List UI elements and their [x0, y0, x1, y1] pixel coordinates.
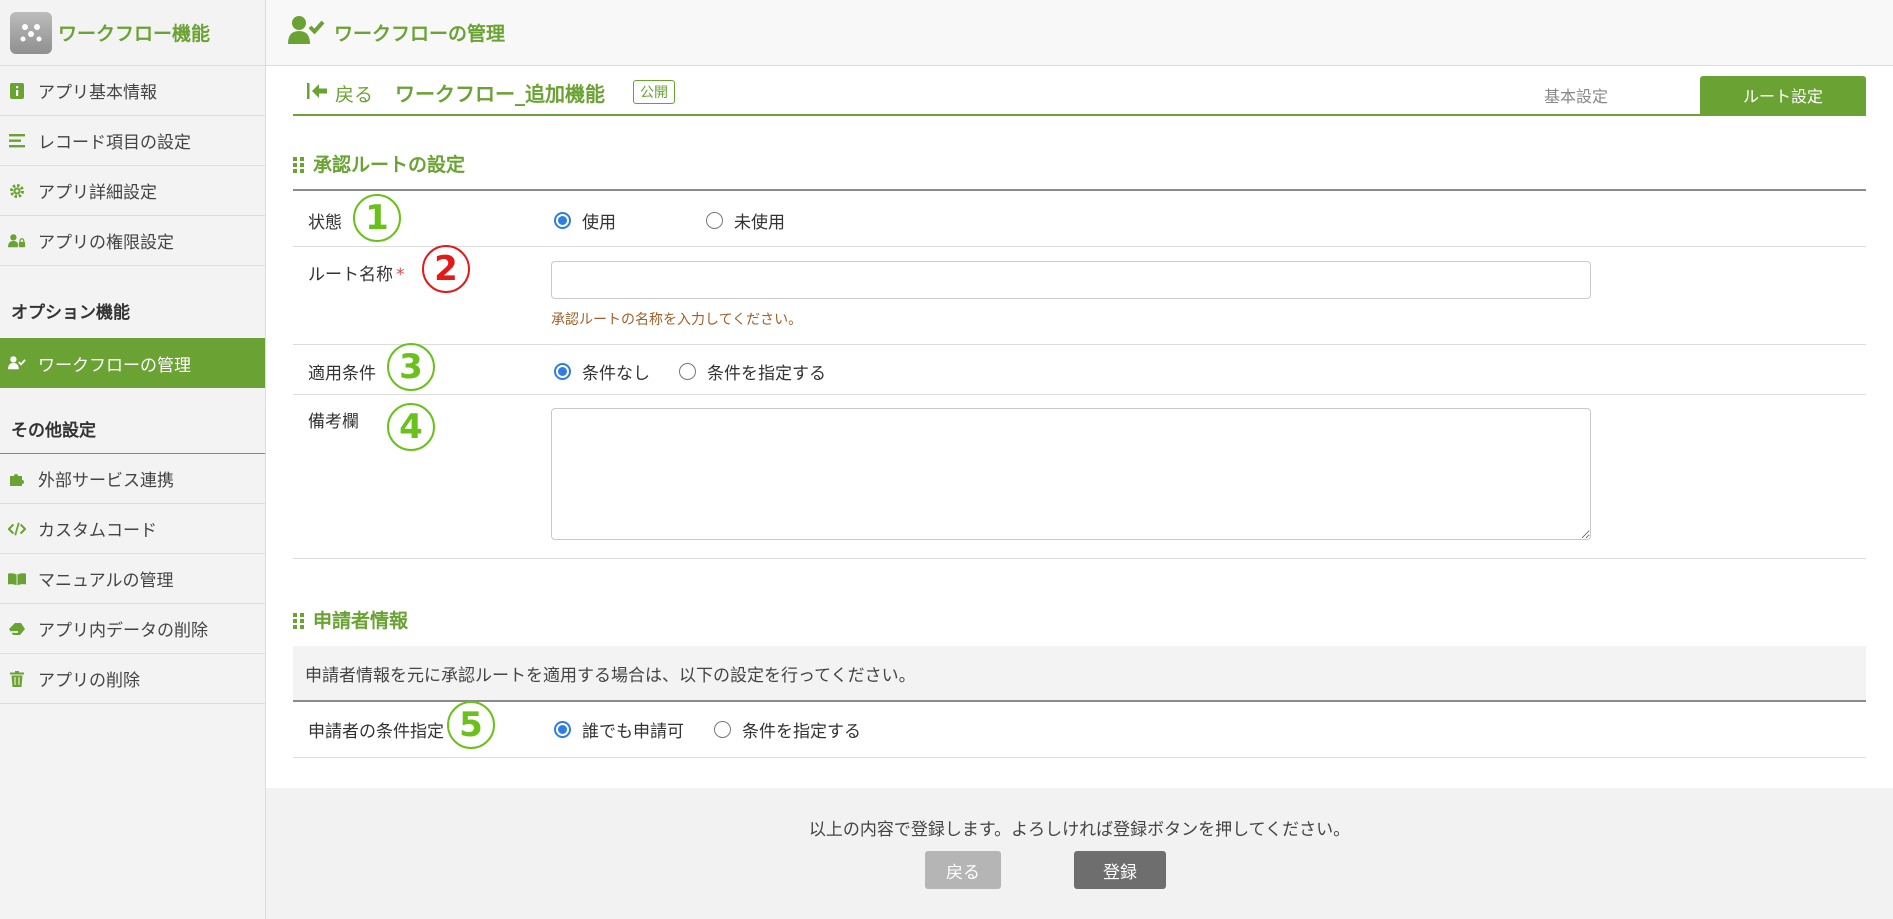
radio-label: 使用: [582, 213, 616, 233]
radio-label: 誰でも申請可: [582, 722, 684, 742]
save-button[interactable]: 登録: [1074, 851, 1166, 889]
gear-icon: [8, 182, 26, 200]
user-check-icon: [8, 354, 26, 372]
marker-number-1: 1: [353, 194, 401, 242]
user-lock-icon: [8, 232, 26, 250]
sidebar-item-workflow-management[interactable]: ワークフローの管理: [0, 338, 265, 388]
eraser-icon: [8, 620, 26, 638]
sidebar-item-app-basic-info[interactable]: アプリ基本情報: [0, 66, 265, 116]
condition-row: 適用条件 3 条件なし 条件を指定する: [293, 343, 1866, 395]
sidebar-item-label: アプリ基本情報: [38, 83, 157, 103]
sidebar: ワークフロー機能 アプリ基本情報 レコード項目の設定 アプリ詳細設定 アプリの権…: [0, 0, 266, 919]
app-logo-icon: [10, 11, 52, 54]
page-title: ワークフローの管理: [334, 23, 506, 45]
sidebar-item-app-details[interactable]: アプリ詳細設定: [0, 166, 265, 216]
radio-unchecked-icon: [706, 212, 723, 229]
marker-number-2: 2: [422, 245, 470, 293]
app-name: ワークフロー機能: [58, 23, 211, 45]
sidebar-section-options: オプション機能: [11, 303, 130, 323]
section-title-approval-route: 承認ルートの設定: [293, 150, 465, 177]
grip-icon: [293, 612, 305, 629]
sidebar-item-label: アプリ詳細設定: [38, 183, 157, 203]
condition-radio-none[interactable]: 条件なし: [554, 359, 650, 384]
sidebar-item-label: 外部サービス連携: [38, 471, 174, 491]
route-name-row: ルート名称 * 2 承認ルートの名称を入力してください。: [293, 245, 1866, 345]
sidebar-item-label: カスタムコード: [38, 521, 157, 541]
puzzle-icon: [8, 470, 26, 488]
radio-label: 条件を指定する: [707, 364, 826, 384]
radio-label: 条件なし: [582, 364, 650, 384]
sidebar-item-label: アプリの権限設定: [38, 233, 174, 253]
marker-number-5: 5: [447, 701, 495, 749]
grip-icon: [293, 156, 305, 173]
applicant-radio-anyone[interactable]: 誰でも申請可: [554, 717, 684, 742]
footer-message: 以上の内容で登録します。よろしければ登録ボタンを押してください。: [808, 820, 1351, 840]
sidebar-item-app-permissions[interactable]: アプリの権限設定: [0, 216, 265, 266]
code-icon: [8, 520, 26, 538]
applicant-info-text: 申請者情報を元に承認ルートを適用する場合は、以下の設定を行ってください。: [293, 646, 1866, 702]
sidebar-item-manual-management[interactable]: マニュアルの管理: [0, 554, 265, 604]
back-arrow-icon: [305, 82, 329, 105]
radio-unchecked-icon: [679, 363, 696, 380]
route-name-label: ルート名称 *: [308, 260, 405, 285]
radio-label: 条件を指定する: [742, 722, 861, 742]
sidebar-section-other: その他設定: [0, 416, 265, 454]
section-title-applicant: 申請者情報: [293, 606, 408, 633]
tab-basic-settings[interactable]: 基本設定: [1516, 76, 1636, 114]
app-brand[interactable]: ワークフロー機能: [0, 0, 265, 66]
sidebar-item-label: アプリ内データの削除: [38, 621, 208, 641]
main-panel: 戻る ワークフロー_追加機能 公開 基本設定 ルート設定 承認ルートの設定 状態…: [266, 66, 1893, 788]
status-radio-use[interactable]: 使用: [554, 208, 616, 233]
status-label: 状態: [308, 213, 342, 233]
tab-route-settings[interactable]: ルート設定: [1700, 76, 1866, 114]
sidebar-item-label: マニュアルの管理: [38, 571, 174, 591]
section-title-label: 申請者情報: [313, 610, 409, 632]
trash-icon: [8, 670, 26, 688]
condition-label: 適用条件: [308, 364, 376, 384]
workflow-titlebar: 戻る ワークフロー_追加機能 公開 基本設定 ルート設定: [293, 66, 1866, 116]
marker-number-4: 4: [387, 403, 435, 451]
info-icon: [8, 82, 26, 100]
applicant-radio-specify[interactable]: 条件を指定する: [714, 717, 861, 742]
marker-number-3: 3: [387, 343, 435, 391]
status-row: 状態 1 使用 未使用: [293, 191, 1866, 247]
sidebar-item-delete-app-data[interactable]: アプリ内データの削除: [0, 604, 265, 654]
radio-checked-icon: [554, 212, 571, 229]
route-name-help: 承認ルートの名称を入力してください。: [551, 312, 803, 328]
required-mark: *: [396, 265, 405, 285]
sidebar-item-custom-code[interactable]: カスタムコード: [0, 504, 265, 554]
remarks-textarea[interactable]: [551, 408, 1591, 540]
sidebar-item-label: レコード項目の設定: [38, 133, 191, 153]
radio-label: 未使用: [734, 213, 785, 233]
radio-checked-icon: [554, 721, 571, 738]
workflow-name: ワークフロー_追加機能: [395, 82, 605, 106]
remarks-row: 備考欄 4: [293, 395, 1866, 559]
sidebar-item-label: アプリの削除: [38, 671, 140, 691]
user-check-icon: [288, 15, 326, 50]
applicant-condition-label: 申請者の条件指定: [308, 722, 444, 742]
status-badge: 公開: [633, 80, 675, 104]
radio-checked-icon: [554, 363, 571, 380]
condition-radio-specify[interactable]: 条件を指定する: [679, 359, 826, 384]
route-name-input[interactable]: [551, 261, 1591, 299]
book-icon: [8, 570, 26, 588]
sidebar-item-label: ワークフローの管理: [38, 355, 191, 376]
list-icon: [8, 132, 26, 150]
sidebar-item-record-fields[interactable]: レコード項目の設定: [0, 116, 265, 166]
back-button[interactable]: 戻る: [925, 851, 1001, 889]
page-header: ワークフローの管理: [266, 0, 1893, 66]
status-radio-unused[interactable]: 未使用: [706, 208, 785, 233]
back-link-label: 戻る: [335, 84, 374, 106]
back-link[interactable]: 戻る: [305, 80, 373, 107]
section-title-label: 承認ルートの設定: [313, 154, 466, 176]
applicant-condition-row: 申請者の条件指定 5 誰でも申請可 条件を指定する: [293, 701, 1866, 758]
remarks-label: 備考欄: [308, 412, 359, 432]
radio-unchecked-icon: [714, 721, 731, 738]
sidebar-item-external-services[interactable]: 外部サービス連携: [0, 454, 265, 504]
sidebar-item-delete-app[interactable]: アプリの削除: [0, 654, 265, 704]
route-name-label-text: ルート名称: [308, 265, 393, 285]
